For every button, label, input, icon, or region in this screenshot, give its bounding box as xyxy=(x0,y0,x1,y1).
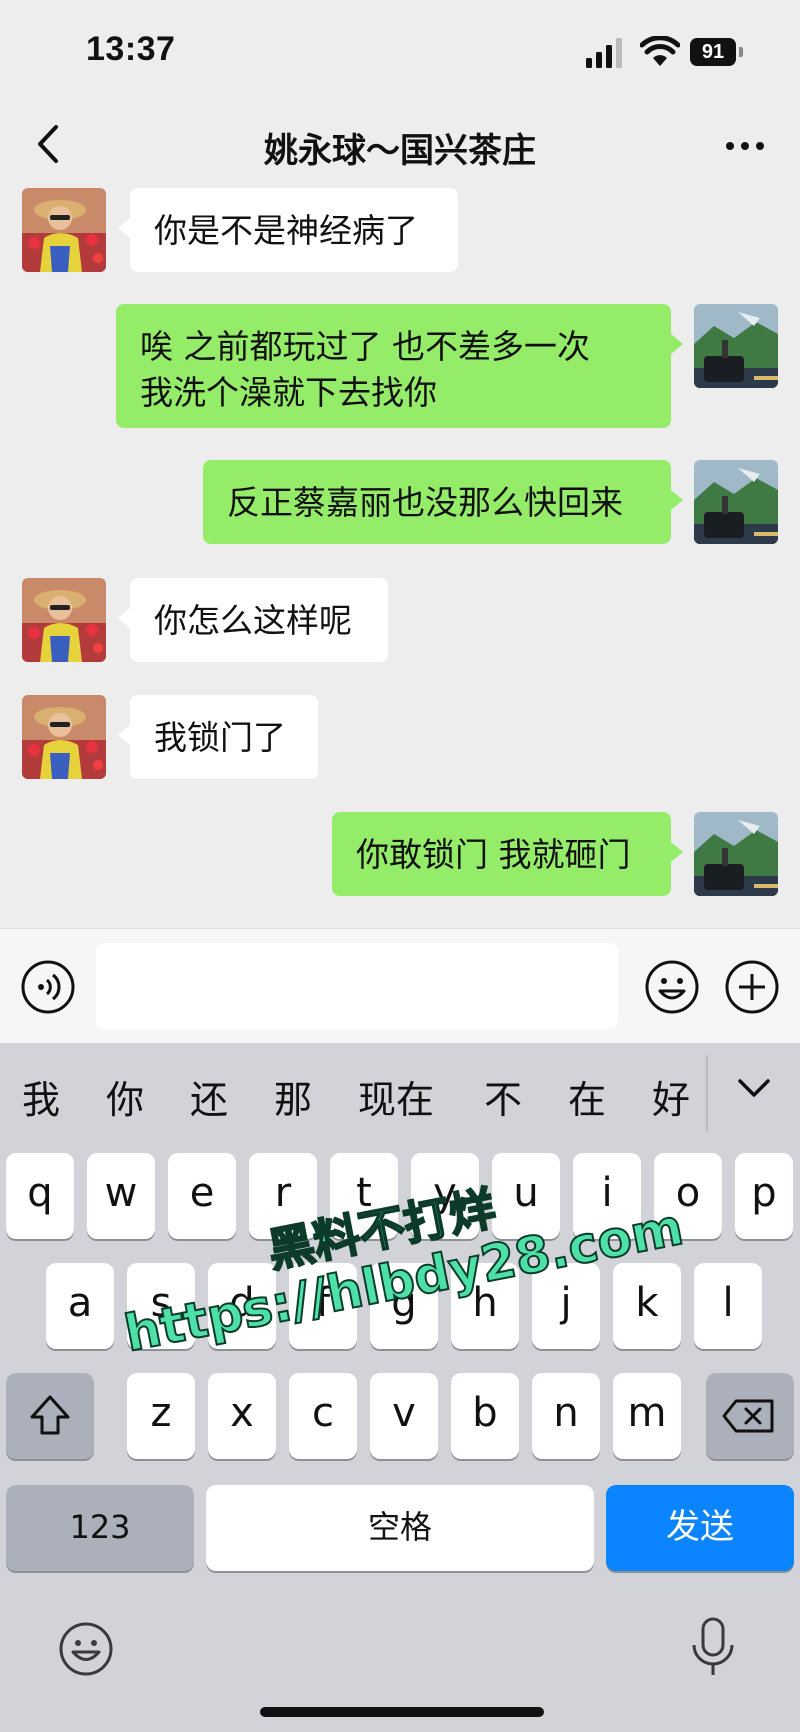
expand-candidates-icon[interactable] xyxy=(734,1073,774,1103)
emoji-icon[interactable] xyxy=(644,959,700,1015)
microphone-icon[interactable] xyxy=(688,1617,738,1679)
status-time: 13:37 xyxy=(86,30,176,68)
incoming-message: 你是不是神经病了 xyxy=(118,188,458,272)
incoming-message: 你怎么这样呢 xyxy=(118,578,388,662)
key-k[interactable]: k xyxy=(613,1263,681,1349)
key-q[interactable]: q xyxy=(6,1153,74,1239)
candidate-word[interactable]: 在 xyxy=(568,1069,606,1124)
outgoing-message: 唉 之前都玩过了 也不差多一次 我洗个澡就下去找你 xyxy=(116,304,683,428)
chat-header: 姚永球～国兴茶庄 xyxy=(0,105,800,185)
my-avatar[interactable] xyxy=(694,812,778,896)
candidate-word[interactable]: 那 xyxy=(274,1069,312,1124)
key-p[interactable]: p xyxy=(735,1153,793,1239)
candidate-word[interactable]: 现在 xyxy=(358,1069,434,1124)
key-a[interactable]: a xyxy=(46,1263,114,1349)
message-line: 我洗个澡就下去找你 xyxy=(140,373,437,412)
message-line: 唉 之前都玩过了 也不差多一次 xyxy=(140,327,590,366)
shift-icon xyxy=(30,1395,70,1435)
incoming-message: 我锁门了 xyxy=(118,695,318,779)
key-z[interactable]: z xyxy=(127,1373,195,1459)
status-bar: 13:37 91 xyxy=(0,0,800,105)
my-avatar[interactable] xyxy=(694,460,778,544)
emoji-keyboard-icon[interactable] xyxy=(58,1621,114,1677)
message-text-field[interactable] xyxy=(96,943,618,1029)
add-attachment-icon[interactable] xyxy=(724,959,780,1015)
numbers-key[interactable]: 123 xyxy=(6,1485,194,1571)
candidate-word[interactable]: 好 xyxy=(652,1069,690,1124)
candidate-bar: 我 你 还 那 现在 不 在 好 xyxy=(0,1043,800,1143)
cellular-signal-icon xyxy=(586,38,622,68)
contact-avatar[interactable] xyxy=(22,578,106,662)
more-options-icon[interactable] xyxy=(720,121,770,171)
backspace-key[interactable] xyxy=(706,1373,794,1459)
key-x[interactable]: x xyxy=(208,1373,276,1459)
chat-title: 姚永球～国兴茶庄 xyxy=(264,131,536,171)
contact-avatar[interactable] xyxy=(22,188,106,272)
key-v[interactable]: v xyxy=(370,1373,438,1459)
contact-avatar[interactable] xyxy=(22,695,106,779)
wifi-icon xyxy=(640,36,680,66)
candidate-word[interactable]: 你 xyxy=(106,1069,144,1124)
candidate-word[interactable]: 不 xyxy=(484,1069,522,1124)
message-input-bar xyxy=(0,928,800,1044)
key-n[interactable]: n xyxy=(532,1373,600,1459)
key-w[interactable]: w xyxy=(87,1153,155,1239)
key-l[interactable]: l xyxy=(694,1263,762,1349)
space-key[interactable]: 空格 xyxy=(206,1485,594,1571)
home-indicator[interactable] xyxy=(260,1707,544,1717)
voice-input-icon[interactable] xyxy=(20,959,76,1015)
candidate-divider xyxy=(706,1055,708,1131)
key-c[interactable]: c xyxy=(289,1373,357,1459)
outgoing-message: 你敢锁门 我就砸门 xyxy=(332,812,683,896)
backspace-icon xyxy=(722,1399,774,1433)
battery-level: 91 xyxy=(690,38,736,66)
outgoing-message: 反正蔡嘉丽也没那么快回来 xyxy=(203,460,683,544)
key-e[interactable]: e xyxy=(168,1153,236,1239)
shift-key[interactable] xyxy=(6,1373,94,1459)
my-avatar[interactable] xyxy=(694,304,778,388)
battery-icon: 91 xyxy=(690,38,746,66)
keyboard: 我 你 还 那 现在 不 在 好 q w e r t y u i o p a s… xyxy=(0,1043,800,1732)
candidate-word[interactable]: 还 xyxy=(190,1069,228,1124)
key-m[interactable]: m xyxy=(613,1373,681,1459)
key-b[interactable]: b xyxy=(451,1373,519,1459)
candidate-word[interactable]: 我 xyxy=(22,1069,60,1124)
send-key[interactable]: 发送 xyxy=(606,1485,794,1571)
